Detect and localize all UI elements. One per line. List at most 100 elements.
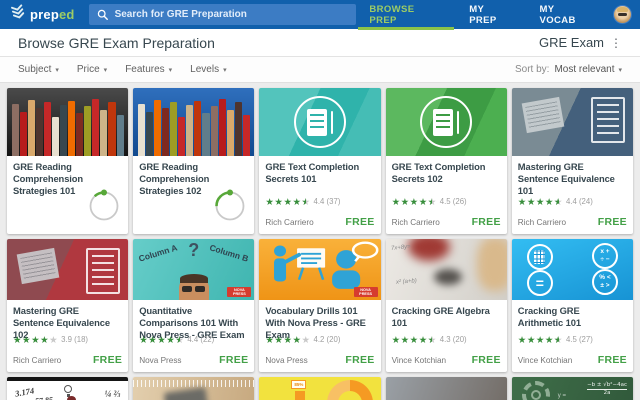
course-card[interactable] — [385, 377, 507, 400]
fractions-text: ¼ ⅔ — [104, 389, 121, 399]
thumbnail-decoration — [186, 104, 194, 156]
rating-text: 4.3 (20) — [439, 334, 467, 344]
course-thumbnail: x + ÷ − = % < ± > — [511, 239, 633, 300]
question-mark-icon: ? — [188, 240, 200, 260]
filter-features[interactable]: Features ▾ — [125, 64, 172, 75]
nav-browse-prep[interactable]: BROWSE PREP — [356, 0, 456, 30]
rating-text: 3.9 (18) — [61, 334, 89, 344]
star-icon: ★ — [409, 197, 419, 208]
course-title: GRE Text Completion Secrets 101 — [265, 161, 360, 185]
category-label: GRE Exam — [538, 35, 604, 50]
thumbnail-decoration — [76, 113, 84, 156]
rating-text: 4.5 (27) — [565, 334, 593, 344]
sort-dropdown[interactable]: Most relevant ▾ — [554, 64, 622, 75]
course-rating: ★★★★★ 4.4 (24) — [518, 192, 593, 210]
star-icon: ★ — [13, 335, 22, 346]
lightbulb-doodle — [64, 385, 72, 397]
course-title: Cracking GRE Arithmetic 101 — [517, 305, 582, 329]
course-card[interactable]: 7x+8y= x² (a+b) Cracking GRE Algebra 101 … — [385, 239, 507, 372]
search-input[interactable] — [114, 9, 349, 20]
star-icon: ★ — [418, 335, 428, 346]
donut-chart-graphic — [326, 380, 373, 400]
calculator-graphic — [433, 269, 462, 285]
nav-my-prep[interactable]: MY PREP — [456, 0, 526, 29]
course-card[interactable]: Mastering GRE Sentence Equivalence 102 ★… — [7, 239, 129, 372]
brand-text: preped — [30, 7, 75, 22]
star-icon: ★ — [526, 197, 536, 208]
rating-text: 4.2 (20) — [313, 334, 341, 344]
thumbnail-decoration — [43, 102, 51, 156]
course-card[interactable]: GRE Text Completion Secrets 102 ★★★★★ 4.… — [385, 88, 507, 234]
person-graphic — [407, 239, 450, 261]
course-card[interactable]: GRE Reading Comprehension Strategies 101 — [7, 88, 129, 234]
course-thumbnail — [133, 88, 255, 156]
main-content: GRE Reading Comprehension Strategies 101… — [0, 83, 640, 400]
thumbnail-decoration — [210, 105, 218, 156]
math-scribble: x² (a+b) — [395, 278, 417, 286]
rating-text: 4.4 (24) — [565, 196, 593, 206]
course-title: Cracking GRE Algebra 101 — [391, 305, 490, 329]
thumbnail-decoration — [306, 108, 327, 136]
course-price: FREE — [92, 354, 123, 366]
course-author: Nova Press — [265, 355, 308, 365]
course-card[interactable]: GRE Reading Comprehension Strategies 102 — [133, 88, 255, 234]
course-card[interactable]: Mastering GRE Sentence Equivalence 101 ★… — [511, 88, 633, 234]
search-bar[interactable] — [88, 4, 357, 25]
course-card[interactable]: 3.17457.85 ¼ ⅔ — [7, 377, 129, 400]
page-title: Browse GRE Exam Preparation — [18, 34, 215, 51]
nav-my-vocab[interactable]: MY VOCAB — [526, 0, 605, 29]
star-icon: ★ — [428, 336, 437, 346]
user-avatar[interactable] — [613, 5, 633, 24]
chalk-formula: −b ± √b²−4ac 2a — [587, 382, 627, 396]
category-selector[interactable]: GRE Exam ⋮ — [539, 35, 622, 50]
course-card[interactable]: 85%25% — [259, 377, 381, 400]
course-thumbnail — [133, 377, 255, 400]
rating-text: 4.5 (26) — [439, 196, 467, 206]
course-card[interactable]: NOVA PRESS Vocabulary Drills 101 With No… — [259, 239, 381, 372]
star-icon: ★ — [139, 335, 148, 346]
thumbnail-decoration — [116, 114, 124, 156]
star-icon: ★ — [292, 335, 302, 346]
face-graphic — [178, 274, 209, 300]
thumbnail-decoration — [92, 98, 100, 156]
course-card[interactable]: GRE Text Completion Secrets 101 ★★★★★ 4.… — [259, 88, 381, 234]
star-icon: ★ — [400, 335, 410, 346]
star-icon: ★ — [544, 335, 554, 346]
course-rating: ★★★★★ 3.9 (18) — [13, 330, 88, 348]
course-author: Rich Carriero — [391, 217, 440, 227]
filter-price[interactable]: Price ▾ — [77, 64, 107, 75]
course-price: FREE — [597, 216, 627, 228]
course-card[interactable]: −b ± √b²−4ac 2a y = — [511, 377, 633, 400]
course-card[interactable]: Column A? Column B NOVA PRESS Quantitative… — [133, 239, 255, 372]
thumbnail-decoration — [534, 250, 546, 264]
chevron-down-icon: ▾ — [168, 66, 173, 74]
course-grid: GRE Reading Comprehension Strategies 101… — [0, 83, 640, 400]
star-icon: ★ — [554, 198, 563, 208]
star-icon: ★ — [302, 198, 311, 208]
kebab-menu-icon[interactable]: ⋮ — [610, 37, 622, 49]
thumbnail-decoration — [51, 116, 59, 156]
course-price: FREE — [471, 354, 501, 366]
course-thumbnail — [7, 88, 129, 156]
thumbnail-decoration — [137, 103, 145, 156]
course-thumbnail: 7x+8y= x² (a+b) — [385, 239, 507, 300]
course-author: Rich Carriero — [265, 217, 314, 227]
course-card[interactable] — [133, 377, 255, 400]
chalk-formula: y = — [557, 393, 566, 399]
glasses-icon — [181, 286, 192, 292]
preped-logo[interactable]: preped — [10, 4, 75, 25]
course-thumbnail — [7, 239, 129, 300]
filter-subject[interactable]: Subject ▾ — [18, 64, 59, 75]
thumbnail-decoration — [170, 102, 178, 156]
filter-bar: Subject ▾ Price ▾ Features ▾ Levels ▾ Sort b… — [0, 57, 640, 83]
preped-logo-icon — [10, 4, 26, 25]
star-icon: ★ — [49, 335, 58, 346]
star-icon: ★ — [301, 335, 311, 346]
filter-levels[interactable]: Levels ▾ — [190, 64, 226, 75]
nova-press-logo: NOVA PRESS — [353, 287, 378, 297]
calculator-icon — [526, 244, 553, 270]
course-progress — [87, 189, 121, 228]
course-card[interactable]: x + ÷ − = % < ± > Cracking GRE Arithmetic … — [511, 239, 633, 372]
course-thumbnail: 3.17457.85 ¼ ⅔ — [7, 377, 129, 400]
search-icon — [97, 9, 108, 20]
